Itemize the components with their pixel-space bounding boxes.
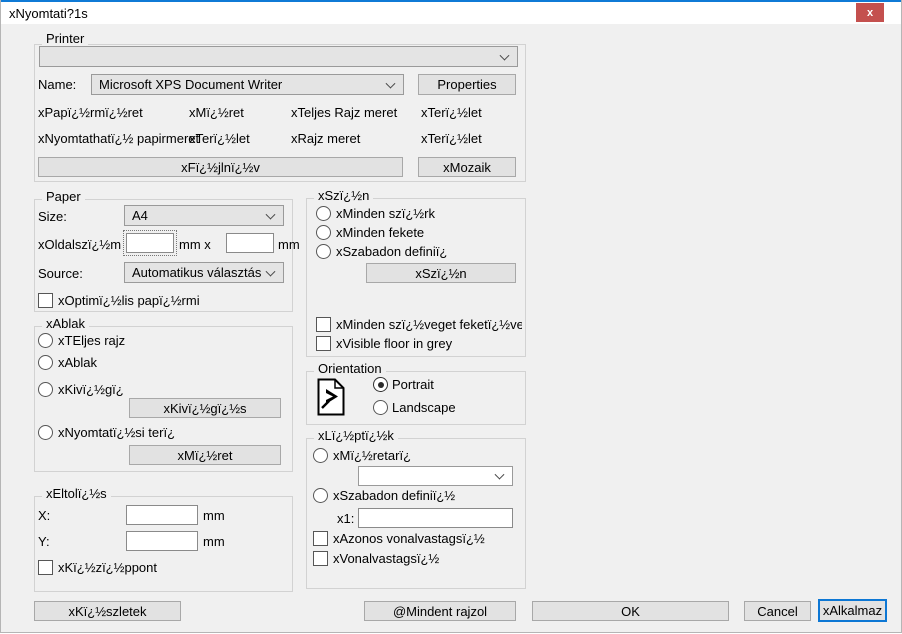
paper-size-combobox-value: A4: [132, 208, 148, 223]
landscape-radio[interactable]: [373, 400, 388, 415]
custom-scale-radio[interactable]: [313, 488, 328, 503]
scale-x1-input[interactable]: [358, 508, 513, 528]
color-button[interactable]: xSzï¿½n: [366, 263, 516, 283]
clip-radio[interactable]: [38, 382, 53, 397]
text-black-checkbox-label: xMinden szï¿½veget feketï¿½vel nyom: [336, 318, 522, 332]
scale-x1-label: x1:: [337, 511, 355, 526]
properties-button[interactable]: Properties: [418, 74, 516, 95]
window-area-group-label: xAblak: [42, 316, 90, 331]
printer-name-combobox-value: Microsoft XPS Document Writer: [99, 77, 283, 92]
optimal-paper-checkbox[interactable]: [38, 293, 53, 308]
page-unit-label-2: mm: [278, 237, 300, 252]
offset-y-unit-label: mm: [203, 534, 225, 549]
chevron-down-icon: [385, 78, 396, 89]
floor-grey-checkbox-label: xVisible floor in grey: [336, 336, 453, 351]
full-drawing-radio-label: xTEljes rajz: [58, 333, 126, 348]
clip-radio-label: xKivï¿½gï¿: [58, 382, 124, 397]
color-group-label: xSzï¿½n: [314, 188, 374, 203]
printable-paper-size-info-label: xNyomtathatï¿½ papirmeret: [38, 131, 200, 146]
print-area-radio-label: xNyomtatï¿½si terï¿: [58, 425, 176, 440]
page-width-input[interactable]: [123, 230, 177, 256]
scale-ratio-combobox[interactable]: [358, 466, 513, 486]
lineweight-checkbox[interactable]: [313, 551, 328, 566]
print-area-radio[interactable]: [38, 425, 53, 440]
portrait-radio-label: Portrait: [392, 377, 434, 392]
window-title: xNyomtati?1s: [9, 6, 88, 21]
lineweight-checkbox-label: xVonalvastagsï¿½: [333, 551, 440, 566]
close-icon: x: [866, 6, 874, 19]
window-radio-label: xAblak: [58, 355, 98, 370]
offset-y-label: Y:: [38, 534, 50, 549]
chevron-down-icon: [494, 469, 505, 480]
offset-x-input[interactable]: [126, 505, 198, 525]
paper-size-label: Size:: [38, 209, 67, 224]
landscape-radio-label: Landscape: [392, 400, 456, 415]
scale-ratio-radio[interactable]: [313, 448, 328, 463]
paper-source-label: Source:: [38, 266, 83, 281]
center-checkbox[interactable]: [38, 560, 53, 575]
paper-source-combobox-value: Automatikus választás: [132, 265, 262, 280]
custom-color-radio-label: xSzabadon definiï¿: [336, 245, 448, 259]
paper-group-label: Paper: [42, 189, 85, 204]
offset-x-unit-label: mm: [203, 508, 225, 523]
presets-button[interactable]: xKï¿½szletek: [34, 601, 181, 621]
all-grey-radio[interactable]: [316, 206, 331, 221]
drawing-size-info-label: xRajz meret: [291, 131, 361, 146]
floor-grey-checkbox[interactable]: [316, 336, 331, 351]
printer-group-label: Printer: [42, 31, 89, 46]
mosaic-button[interactable]: xMozaik: [418, 157, 516, 177]
all-black-radio[interactable]: [316, 225, 331, 240]
print-dialog: xNyomtati?1s x Printer Name: Microsoft X…: [0, 0, 902, 633]
offset-x-label: X:: [38, 508, 51, 523]
printer-top-combobox[interactable]: [39, 46, 518, 67]
filename-button[interactable]: xFï¿½jlnï¿½v: [38, 157, 403, 177]
paper-size-info-label: xPapï¿½rmï¿½ret: [38, 105, 143, 120]
page-count-label: xOldalszï¿½m: [38, 237, 122, 252]
page-height-input[interactable]: [226, 233, 274, 253]
chevron-down-icon: [265, 266, 276, 277]
offset-group-label: xEltolï¿½s: [42, 486, 111, 501]
paper-source-combobox[interactable]: Automatikus választás: [124, 262, 284, 283]
title-bar: xNyomtati?1s: [1, 2, 901, 24]
area-info-label-3: xTerï¿½let: [421, 131, 482, 146]
same-lineweight-checkbox-label: xAzonos vonalvastagsï¿½: [333, 531, 485, 546]
custom-scale-radio-label: xSzabadon definiï¿½: [333, 488, 456, 503]
area-info-label-1: xTerï¿½let: [421, 105, 482, 120]
area-info-label-2: xTerï¿½let: [189, 131, 250, 146]
chevron-down-icon: [499, 50, 510, 61]
all-grey-radio-label: xMinden szï¿½rk: [336, 207, 435, 221]
custom-color-radio[interactable]: [316, 244, 331, 259]
full-drawing-size-info-label: xTeljes Rajz meret: [291, 105, 398, 120]
page-orientation-icon: [317, 378, 345, 416]
optimal-paper-checkbox-label: xOptimï¿½lis papï¿½rmi: [58, 293, 200, 308]
scale-group-label: xLï¿½ptï¿½k: [314, 428, 398, 443]
all-black-radio-label: xMinden fekete: [336, 225, 425, 240]
portrait-radio[interactable]: [373, 377, 388, 392]
orientation-group-label: Orientation: [314, 361, 386, 376]
printer-name-label: Name:: [38, 77, 77, 92]
printer-name-combobox[interactable]: Microsoft XPS Document Writer: [91, 74, 404, 95]
window-radio[interactable]: [38, 355, 53, 370]
apply-button[interactable]: xAlkalmaz: [818, 599, 887, 622]
same-lineweight-checkbox[interactable]: [313, 531, 328, 546]
scale-ratio-radio-label: xMï¿½retarï¿: [333, 449, 412, 463]
chevron-down-icon: [265, 209, 276, 220]
clip-button[interactable]: xKivï¿½gï¿½s: [129, 398, 281, 418]
offset-y-input[interactable]: [126, 531, 198, 551]
cancel-button[interactable]: Cancel: [744, 601, 811, 621]
size-info-label: xMï¿½ret: [189, 105, 244, 120]
close-button[interactable]: x: [856, 3, 884, 22]
full-drawing-radio[interactable]: [38, 333, 53, 348]
center-checkbox-label: xKï¿½zï¿½ppont: [58, 560, 157, 575]
text-black-checkbox[interactable]: [316, 317, 331, 332]
page-unit-label-1: mm x: [179, 237, 211, 252]
paper-size-combobox[interactable]: A4: [124, 205, 284, 226]
ok-button[interactable]: OK: [532, 601, 729, 621]
draw-all-button[interactable]: @Mindent rajzol: [364, 601, 516, 621]
size-button[interactable]: xMï¿½ret: [129, 445, 281, 465]
